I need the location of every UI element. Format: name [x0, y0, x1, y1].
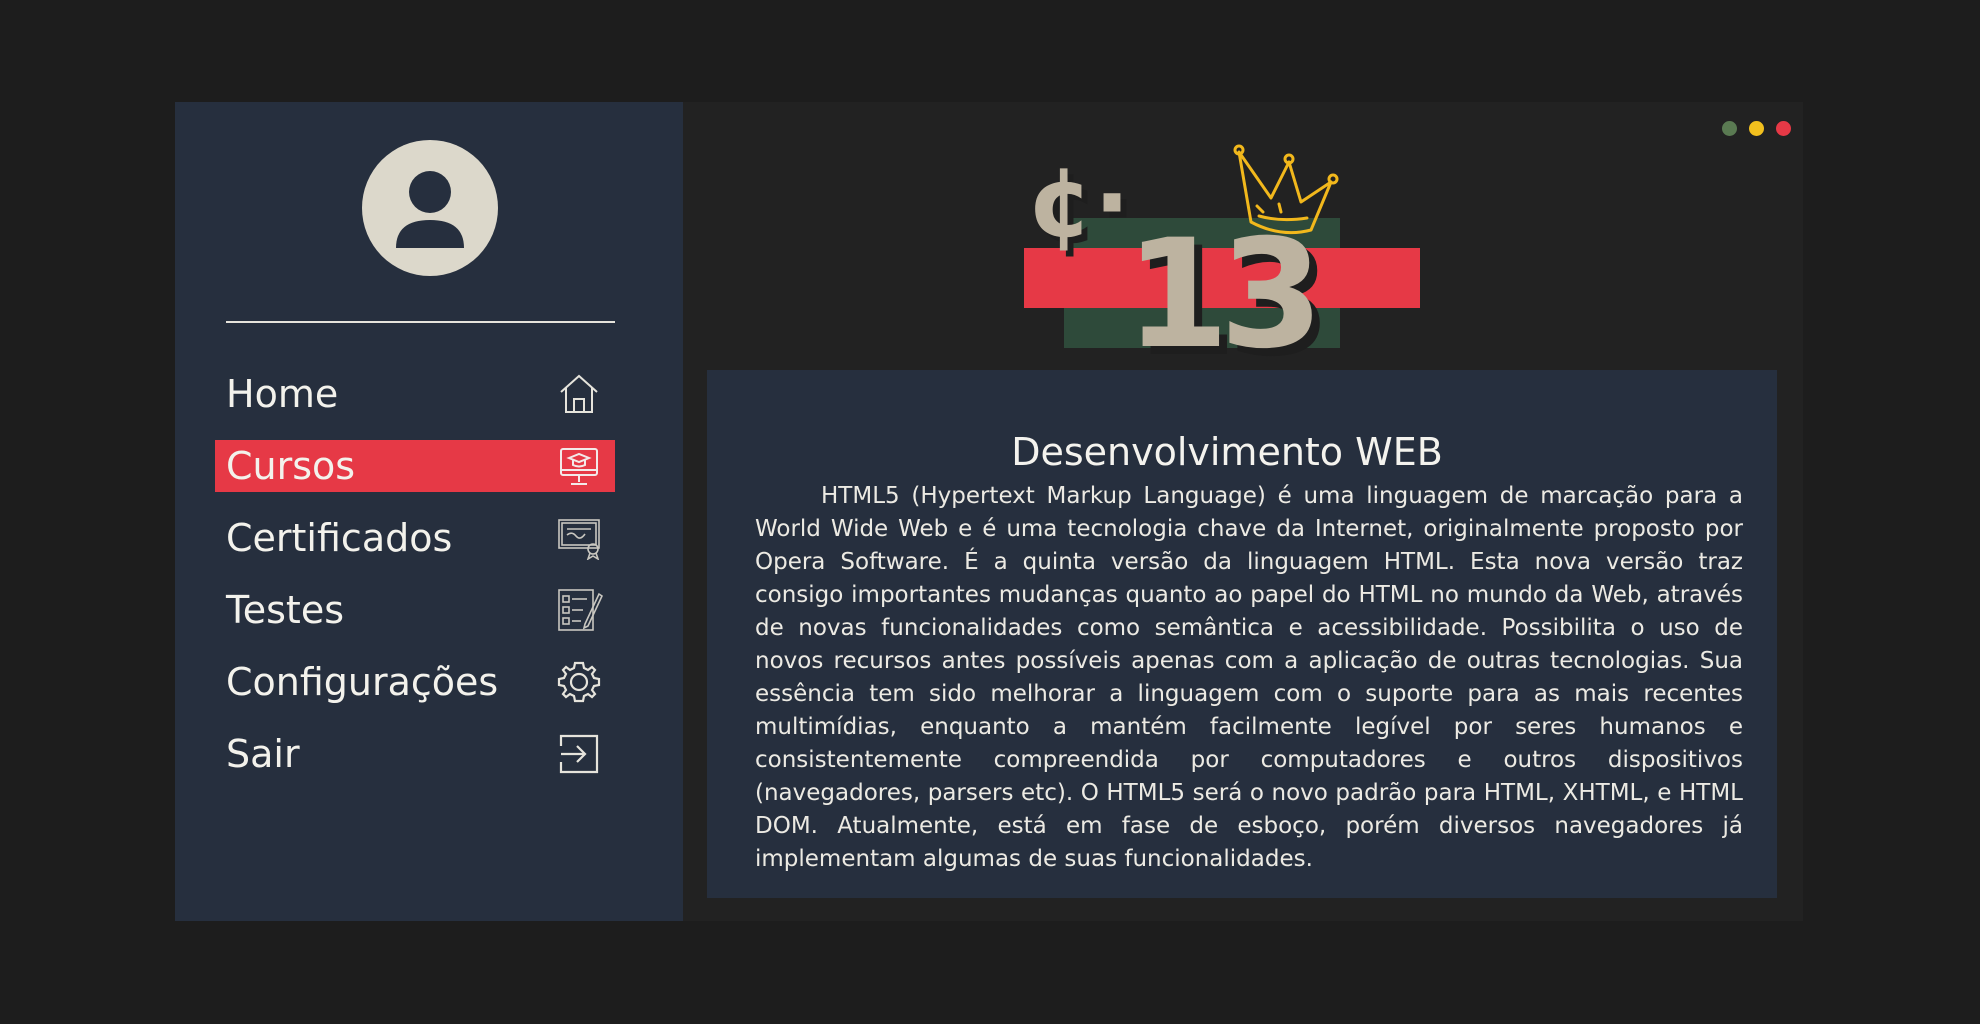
main-panel: ¢· ¢· 13 13 Desenvolvimento WEB HTML5 (H…	[683, 102, 1803, 921]
window-maximize-button[interactable]	[1749, 121, 1764, 136]
sidebar-item-certificados[interactable]: Certificados	[215, 512, 615, 564]
gear-icon	[557, 660, 601, 704]
window-close-button[interactable]	[1776, 121, 1791, 136]
sidebar-item-configuracoes[interactable]: Configurações	[215, 656, 615, 708]
course-monitor-icon	[557, 444, 601, 488]
sidebar: Home Cursos Certificados Testes Configur…	[175, 102, 683, 921]
user-avatar-icon[interactable]	[362, 140, 498, 276]
hero-logo: ¢· ¢· 13 13	[1019, 142, 1439, 390]
sidebar-divider	[226, 321, 615, 323]
window-minimize-button[interactable]	[1722, 121, 1737, 136]
certificate-icon	[557, 516, 601, 561]
checklist-icon	[557, 588, 604, 632]
sidebar-item-testes[interactable]: Testes	[215, 584, 615, 636]
sidebar-item-label: Cursos	[226, 444, 356, 488]
course-card: Desenvolvimento WEB HTML5 (Hypertext Mar…	[707, 370, 1777, 898]
logout-icon	[557, 732, 601, 776]
app-window: Home Cursos Certificados Testes Configur…	[175, 102, 1803, 921]
course-title: Desenvolvimento WEB	[1011, 430, 1443, 474]
window-controls	[1722, 121, 1791, 136]
home-icon	[557, 372, 601, 416]
sidebar-item-label: Sair	[226, 732, 300, 776]
sidebar-item-cursos[interactable]: Cursos	[215, 440, 615, 492]
sidebar-item-label: Configurações	[226, 660, 499, 704]
logo-symbol: ¢·	[1027, 147, 1130, 259]
sidebar-item-home[interactable]: Home	[215, 368, 615, 420]
sidebar-item-label: Home	[226, 372, 339, 416]
course-description: HTML5 (Hypertext Markup Language) é uma …	[755, 483, 1743, 872]
sidebar-item-label: Testes	[226, 588, 345, 632]
sidebar-item-label: Certificados	[226, 516, 453, 560]
sidebar-item-sair[interactable]: Sair	[215, 728, 615, 780]
